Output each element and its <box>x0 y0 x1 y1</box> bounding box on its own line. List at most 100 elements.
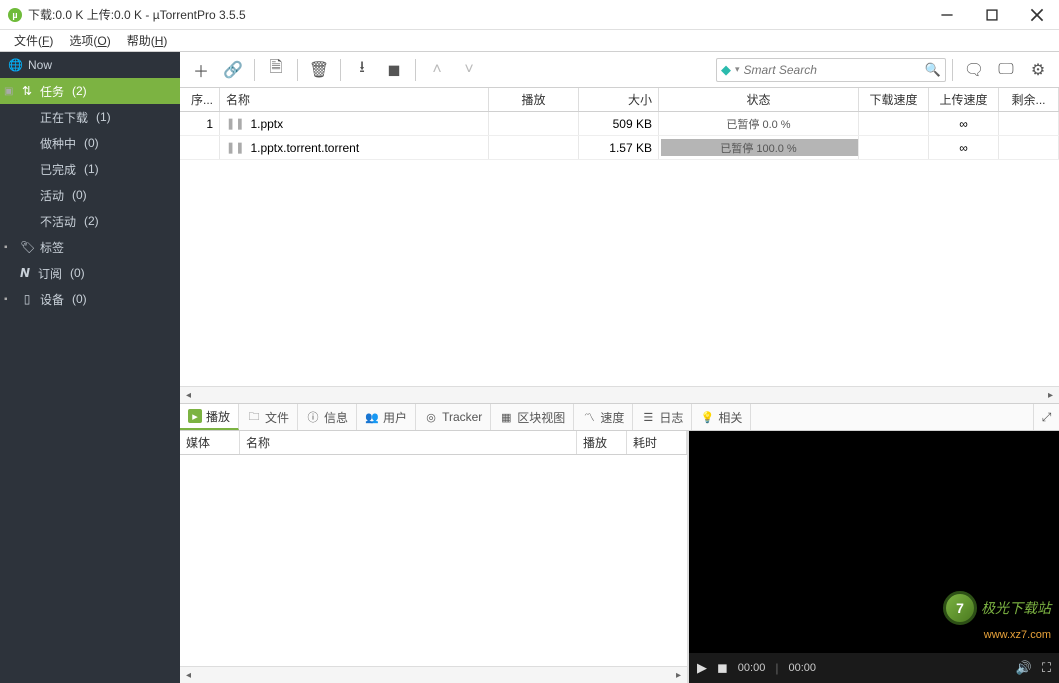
move-up-button[interactable]: ˄ <box>422 56 452 84</box>
menu-file[interactable]: 文件(F) <box>6 30 61 51</box>
menu-options[interactable]: 选项(O) <box>61 30 118 51</box>
peers-icon: 👥 <box>365 410 379 424</box>
app-logo-icon: µ <box>8 8 22 22</box>
h-scrollbar[interactable]: ◂ ▸ <box>180 386 1059 403</box>
menu-help[interactable]: 帮助(H) <box>119 30 176 51</box>
table-body[interactable]: 1❚❚1.pptx509 KB已暂停 0.0 %∞❚❚1.pptx.torren… <box>180 112 1059 386</box>
torrent-list: 序... 名称 播放 大小 状态 下载速度 上传速度 剩余... 1❚❚1.pp… <box>180 88 1059 403</box>
scroll-right-icon[interactable]: ▸ <box>1042 390 1059 401</box>
start-button[interactable]: ⭳ <box>347 56 377 84</box>
chat-button[interactable]: 🗨 <box>959 56 989 84</box>
tab-files[interactable]: 🗀文件 <box>239 404 298 430</box>
player-stop-button[interactable]: ◼ <box>717 660 728 676</box>
sidebar-active[interactable]: 活动 (0) <box>0 182 180 208</box>
watermark-badge-icon: 7 <box>943 591 977 625</box>
remote-button[interactable]: 🖵 <box>991 56 1021 84</box>
tab-pieces[interactable]: ▦区块视图 <box>491 404 574 430</box>
rss-icon: 𝙉 <box>18 266 32 280</box>
minimize-button[interactable] <box>924 0 969 30</box>
player-play-button[interactable]: ▶ <box>697 660 707 676</box>
stop-button[interactable]: ◼ <box>379 56 409 84</box>
dropdown-icon[interactable]: ▾ <box>735 64 740 75</box>
play-icon: ▸ <box>188 409 202 423</box>
sidebar-feeds[interactable]: 𝙉 订阅 (0) <box>0 260 180 286</box>
tab-play[interactable]: ▸播放 <box>180 404 239 430</box>
mcol-dur[interactable]: 耗时 <box>627 431 687 454</box>
media-h-scrollbar[interactable]: ◂▸ <box>180 666 687 683</box>
player-volume-button[interactable]: 🔊 <box>1016 660 1032 676</box>
toolbar: ＋ 🔗 🗎 🗑 ⭳ ◼ ˄ ˅ ◆ ▾ 🔍 🗨 🖵 ⚙ <box>180 52 1059 88</box>
col-status[interactable]: 状态 <box>659 88 859 111</box>
video-screen[interactable]: 7 极光下载站 www.xz7.com <box>689 431 1059 653</box>
media-list: 媒体 名称 播放 耗时 ◂▸ <box>180 431 689 683</box>
col-play[interactable]: 播放 <box>489 88 579 111</box>
maximize-button[interactable] <box>969 0 1014 30</box>
updown-icon: ⇅ <box>20 84 34 98</box>
sidebar-tasks[interactable]: ▣ ⇅ 任务 (2) <box>0 78 180 104</box>
tab-tracker[interactable]: ◎Tracker <box>416 404 491 430</box>
globe-icon: 🌐 <box>8 58 22 72</box>
table-row[interactable]: 1❚❚1.pptx509 KB已暂停 0.0 %∞ <box>180 112 1059 136</box>
add-torrent-button[interactable]: ＋ <box>186 56 216 84</box>
scroll-left-icon[interactable]: ◂ <box>180 390 197 401</box>
table-row[interactable]: ❚❚1.pptx.torrent.torrent1.57 KB已暂停 100.0… <box>180 136 1059 160</box>
chart-icon: 〽 <box>582 410 596 424</box>
window-controls <box>924 0 1059 30</box>
window-title: 下载:0.0 K 上传:0.0 K - µTorrentPro 3.5.5 <box>28 6 924 23</box>
settings-button[interactable]: ⚙ <box>1023 56 1053 84</box>
expand-icon[interactable]: ▪ <box>4 242 14 253</box>
sidebar-devices[interactable]: ▪ ▯ 设备 (0) <box>0 286 180 312</box>
detach-button[interactable]: ⤢ <box>1033 404 1059 430</box>
sidebar-tasks-label: 任务 <box>40 83 64 100</box>
detail-tabs: ▸播放 🗀文件 ⓘ信息 👥用户 ◎Tracker ▦区块视图 〽速度 ☰日志 💡… <box>180 403 1059 431</box>
target-icon: ◎ <box>424 410 438 424</box>
table-header: 序... 名称 播放 大小 状态 下载速度 上传速度 剩余... <box>180 88 1059 112</box>
expand-icon[interactable]: ▪ <box>4 294 14 305</box>
titlebar: µ 下载:0.0 K 上传:0.0 K - µTorrentPro 3.5.5 <box>0 0 1059 30</box>
sidebar: 🌐 Now ▣ ⇅ 任务 (2) 正在下载 (1) 做种中 (0) 已完成 (1… <box>0 52 180 683</box>
col-index[interactable]: 序... <box>180 88 220 111</box>
collapse-icon[interactable]: ▣ <box>4 86 14 97</box>
media-body[interactable] <box>180 455 687 666</box>
tag-icon: 🏷 <box>20 240 34 254</box>
col-name[interactable]: 名称 <box>220 88 489 111</box>
sidebar-downloading[interactable]: 正在下载 (1) <box>0 104 180 130</box>
detail-pane: ▸播放 🗀文件 ⓘ信息 👥用户 ◎Tracker ▦区块视图 〽速度 ☰日志 💡… <box>180 403 1059 683</box>
remove-button[interactable]: 🗑 <box>304 56 334 84</box>
col-size[interactable]: 大小 <box>579 88 659 111</box>
watermark: 7 极光下载站 <box>943 591 1051 625</box>
search-box[interactable]: ◆ ▾ 🔍 <box>716 58 946 82</box>
col-remain[interactable]: 剩余... <box>999 88 1059 111</box>
bulb-icon: 💡 <box>700 410 714 424</box>
player-fullscreen-button[interactable]: ⛶ <box>1042 660 1051 676</box>
mcol-media[interactable]: 媒体 <box>180 431 240 454</box>
close-button[interactable] <box>1014 0 1059 30</box>
folder-icon: 🗀 <box>247 410 261 424</box>
search-input[interactable] <box>744 63 925 77</box>
pause-icon: ❚❚ <box>226 117 244 130</box>
col-dspeed[interactable]: 下载速度 <box>859 88 929 111</box>
sidebar-completed[interactable]: 已完成 (1) <box>0 156 180 182</box>
move-down-button[interactable]: ˅ <box>454 56 484 84</box>
search-icon[interactable]: 🔍 <box>925 62 941 78</box>
tab-log[interactable]: ☰日志 <box>633 404 692 430</box>
device-icon: ▯ <box>20 292 34 306</box>
info-icon: ⓘ <box>306 410 320 424</box>
tab-related[interactable]: 💡相关 <box>692 404 751 430</box>
mcol-name[interactable]: 名称 <box>240 431 577 454</box>
sidebar-now[interactable]: 🌐 Now <box>0 52 180 78</box>
sidebar-seeding[interactable]: 做种中 (0) <box>0 130 180 156</box>
tab-info[interactable]: ⓘ信息 <box>298 404 357 430</box>
tab-speed[interactable]: 〽速度 <box>574 404 633 430</box>
col-uspeed[interactable]: 上传速度 <box>929 88 999 111</box>
create-torrent-button[interactable]: 🗎 <box>261 56 291 84</box>
player-time-current: 00:00 <box>738 662 766 674</box>
sidebar-labels[interactable]: ▪ 🏷 标签 <box>0 234 180 260</box>
mcol-play[interactable]: 播放 <box>577 431 627 454</box>
sidebar-now-label: Now <box>28 58 52 72</box>
player-controls: ▶ ◼ 00:00 | 00:00 🔊 ⛶ <box>689 653 1059 683</box>
tab-peers[interactable]: 👥用户 <box>357 404 416 430</box>
shield-icon: ◆ <box>721 62 731 78</box>
sidebar-inactive[interactable]: 不活动 (2) <box>0 208 180 234</box>
add-url-button[interactable]: 🔗 <box>218 56 248 84</box>
